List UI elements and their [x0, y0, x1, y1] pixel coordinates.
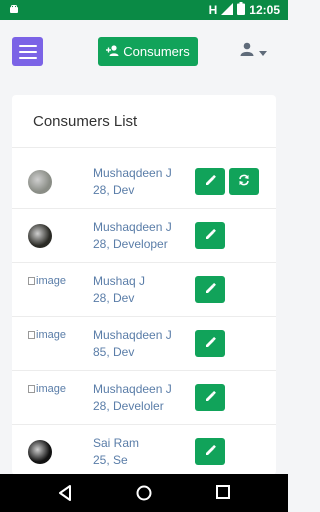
consumer-image-broken: image: [28, 381, 68, 397]
consumer-row: image Mushaq J 28, Dev: [12, 263, 276, 317]
pencil-icon: [205, 443, 216, 461]
consumers-button[interactable]: Consumers: [98, 37, 198, 66]
pencil-icon: [205, 227, 216, 245]
refresh-button[interactable]: [229, 168, 259, 195]
android-notification-icon: [8, 3, 20, 18]
consumer-list: Mushaqdeen J 28, Dev Mushaqdeen J 28, De…: [12, 155, 276, 475]
card-title: Consumers List: [33, 113, 138, 130]
consumer-info: Mushaqdeen J 28, Develoler: [93, 381, 172, 415]
consumer-detail: 28, Dev: [93, 183, 135, 197]
user-menu[interactable]: [240, 42, 267, 61]
avatar: [28, 440, 52, 464]
consumer-row: Mushaqdeen J 28, Developer: [12, 209, 276, 263]
consumer-info: Mushaqdeen J 28, Developer: [93, 219, 172, 253]
add-user-icon: [106, 44, 119, 59]
consumer-detail: 85, Dev: [93, 345, 135, 359]
consumer-row: Mushaqdeen J 28, Dev: [12, 155, 276, 209]
edit-button[interactable]: [195, 438, 225, 465]
consumer-detail: 28, Dev: [93, 291, 135, 305]
consumer-detail: 25, Se: [93, 453, 128, 467]
image-alt-text: image: [36, 275, 66, 287]
consumer-image-broken: image: [28, 273, 68, 289]
edit-button[interactable]: [195, 276, 225, 303]
image-alt-text: image: [36, 329, 66, 341]
consumers-button-label: Consumers: [123, 44, 190, 59]
broken-image-icon: [28, 385, 35, 394]
recents-icon[interactable]: [216, 485, 230, 504]
consumer-info: Mushaqdeen J 85, Dev: [93, 327, 172, 361]
avatar: [28, 170, 52, 194]
menu-button[interactable]: [12, 37, 43, 66]
navigation-bar: [0, 474, 288, 512]
consumer-row: image Mushaqdeen J 85, Dev: [12, 317, 276, 371]
consumer-info: Mushaq J 28, Dev: [93, 273, 145, 307]
edit-button[interactable]: [195, 330, 225, 357]
consumer-detail: 28, Developer: [93, 237, 168, 251]
broken-image-icon: [28, 277, 35, 286]
consumer-name: Sai Ram: [93, 436, 140, 450]
consumer-name: Mushaqdeen J: [93, 220, 172, 234]
refresh-icon: [238, 173, 250, 191]
app-header: Consumers: [0, 20, 288, 82]
network-type: H: [208, 3, 218, 17]
pencil-icon: [205, 173, 216, 191]
avatar: [28, 224, 52, 248]
user-icon: [240, 42, 254, 61]
divider: [12, 147, 276, 148]
back-icon[interactable]: [58, 485, 72, 506]
edit-button[interactable]: [195, 168, 225, 195]
battery-icon: [237, 2, 246, 18]
broken-image-icon: [28, 331, 35, 340]
consumer-info: Sai Ram 25, Se: [93, 435, 139, 469]
consumer-image-broken: image: [28, 327, 68, 343]
consumer-name: Mushaqdeen J: [93, 328, 172, 342]
pencil-icon: [205, 281, 216, 299]
consumer-row: image Mushaqdeen J 28, Develoler: [12, 371, 276, 425]
menu-icon-bar: [18, 44, 37, 47]
pencil-icon: [205, 335, 216, 353]
status-bar: H 12:05: [0, 0, 288, 20]
consumer-name: Mushaqdeen J: [93, 166, 172, 180]
signal-icon: [221, 2, 234, 18]
edit-button[interactable]: [195, 222, 225, 249]
home-icon[interactable]: [136, 485, 152, 506]
edit-button[interactable]: [195, 384, 225, 411]
caret-down-icon: [259, 43, 267, 61]
consumer-name: Mushaq J: [93, 274, 146, 288]
pencil-icon: [205, 389, 216, 407]
image-alt-text: image: [36, 383, 66, 395]
menu-icon-bar: [18, 56, 37, 59]
consumer-row: Sai Ram 25, Se: [12, 425, 276, 475]
clock: 12:05: [249, 3, 280, 17]
consumers-card: Consumers List Mushaqdeen J 28, Dev Mush…: [12, 95, 276, 475]
consumer-name: Mushaqdeen J: [93, 382, 172, 396]
consumer-info: Mushaqdeen J 28, Dev: [93, 165, 172, 199]
menu-icon-bar: [18, 50, 37, 53]
consumer-detail: 28, Develoler: [93, 399, 164, 413]
